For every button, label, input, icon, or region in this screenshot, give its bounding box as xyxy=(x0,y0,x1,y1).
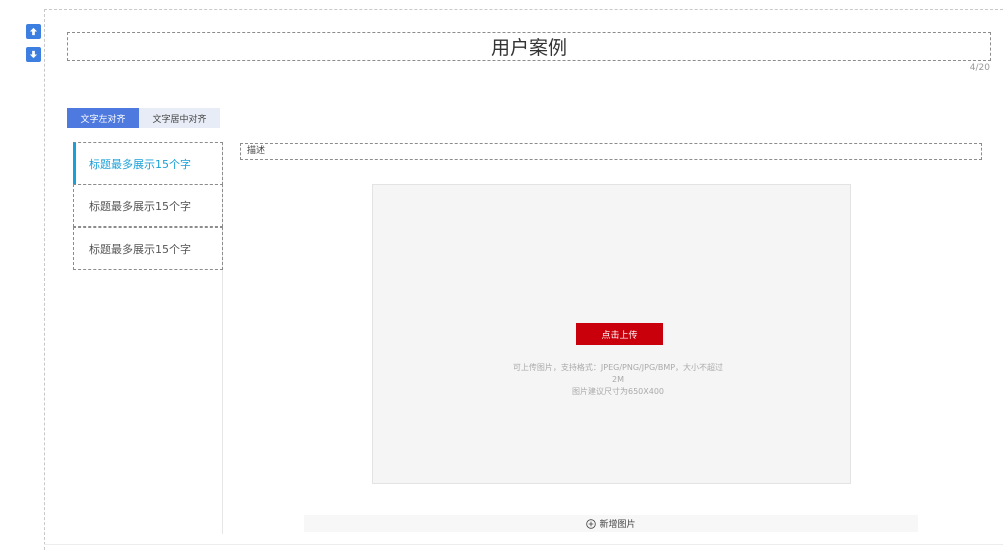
move-down-button[interactable] xyxy=(26,47,41,62)
plus-circle-icon xyxy=(586,518,597,529)
upload-hint: 可上传图片，支持格式：JPEG/PNG/JPG/BMP，大小不超过2M 图片建议… xyxy=(511,362,725,398)
title-char-count: 4/20 xyxy=(969,63,990,73)
case-title-list: 标题最多展示15个字 标题最多展示15个字 标题最多展示15个字 xyxy=(73,142,223,534)
tab-align-center[interactable]: 文字居中对齐 xyxy=(139,108,220,128)
upload-button[interactable]: 点击上传 xyxy=(576,323,663,345)
alignment-tabs: 文字左对齐 文字居中对齐 xyxy=(67,108,220,128)
arrow-down-icon xyxy=(29,50,38,59)
section-title: 用户案例 xyxy=(490,37,567,59)
upload-hint-formats: 可上传图片，支持格式：JPEG/PNG/JPG/BMP，大小不超过2M xyxy=(512,363,724,384)
add-image-button[interactable]: 新增图片 xyxy=(304,515,918,532)
add-image-label: 新增图片 xyxy=(599,520,636,530)
move-up-button[interactable] xyxy=(26,24,41,39)
tab-align-left[interactable]: 文字左对齐 xyxy=(67,108,139,128)
title-input[interactable]: 用户案例 xyxy=(67,32,991,61)
case-title-item[interactable]: 标题最多展示15个字 xyxy=(73,227,223,270)
case-title-item[interactable]: 标题最多展示15个字 xyxy=(73,142,223,185)
divider xyxy=(44,544,1003,545)
upload-hint-size: 图片建议尺寸为650X400 xyxy=(571,387,665,396)
image-upload-area[interactable]: 点击上传 可上传图片，支持格式：JPEG/PNG/JPG/BMP，大小不超过2M… xyxy=(372,184,851,484)
description-input[interactable]: 描述 xyxy=(240,143,982,160)
arrow-up-icon xyxy=(29,27,38,36)
case-title-item[interactable]: 标题最多展示15个字 xyxy=(73,184,223,227)
